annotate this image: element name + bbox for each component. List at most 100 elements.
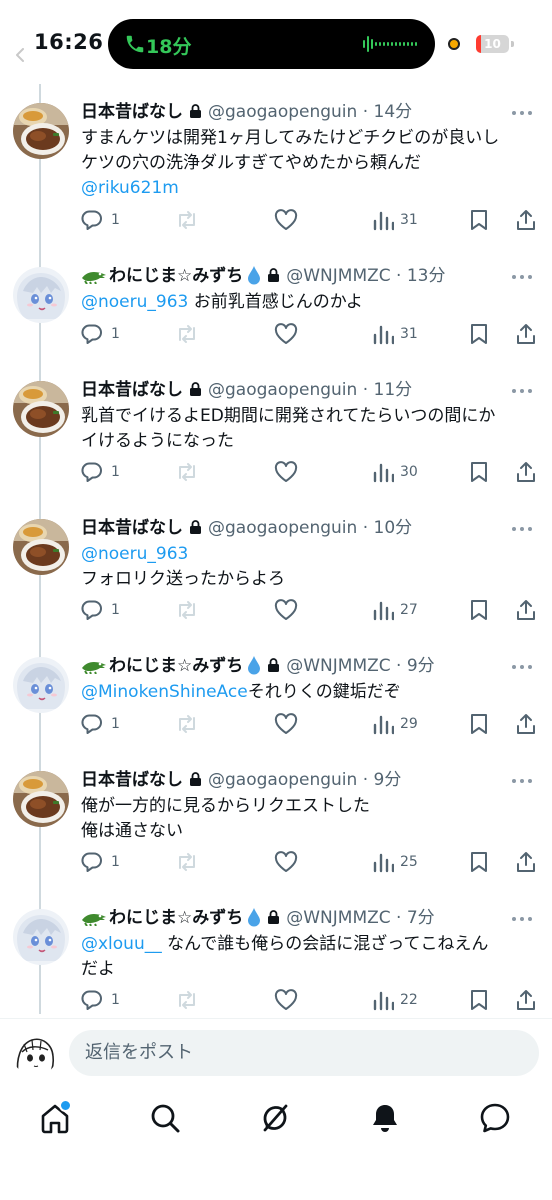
mention-link[interactable]: @xlouu__: [81, 934, 162, 954]
tweet[interactable]: わにじま☆みずち @WNJMMZC · 7分 @xlouu__ なんで誰も俺らの会…: [0, 906, 552, 1018]
retweet-button[interactable]: [175, 988, 205, 1014]
bookmark-button[interactable]: [469, 850, 491, 876]
like-button[interactable]: [274, 850, 304, 876]
like-button[interactable]: [274, 208, 304, 234]
tweet-text: 乳首でイけるよED期間に開発されてたらいつの間にか イけるようになった: [81, 404, 531, 454]
views-button[interactable]: 31: [372, 208, 432, 234]
retweet-button[interactable]: [175, 322, 205, 348]
reply-button[interactable]: 1: [81, 208, 131, 234]
more-options-icon[interactable]: [512, 527, 532, 531]
views-button[interactable]: 27: [372, 598, 432, 624]
handle-time[interactable]: @gaogaopenguin · 10分: [208, 518, 412, 538]
handle-time[interactable]: @WNJMMZC · 13分: [286, 266, 445, 286]
handle-time[interactable]: @WNJMMZC · 9分: [286, 656, 434, 676]
tweet-actions: 1 29: [0, 712, 552, 738]
display-name[interactable]: わにじま☆みずち: [109, 266, 243, 286]
tweet[interactable]: わにじま☆みずち @WNJMMZC · 9分 @MinokenShineAceそれ…: [0, 654, 552, 744]
display-name[interactable]: 日本昔ばなし: [81, 380, 183, 400]
share-button[interactable]: [515, 712, 539, 738]
like-button[interactable]: [274, 598, 304, 624]
like-button[interactable]: [274, 988, 304, 1014]
retweet-button[interactable]: [175, 598, 205, 624]
grok-icon[interactable]: [257, 1100, 293, 1136]
like-icon: [274, 209, 298, 230]
views-button[interactable]: 31: [372, 322, 432, 348]
avatar[interactable]: [13, 771, 69, 827]
reply-button[interactable]: 1: [81, 712, 131, 738]
views-button[interactable]: 30: [372, 460, 432, 486]
display-name[interactable]: 日本昔ばなし: [81, 102, 183, 122]
like-button[interactable]: [274, 460, 304, 486]
share-button[interactable]: [515, 988, 539, 1014]
reply-input[interactable]: 返信をポスト: [69, 1030, 539, 1076]
display-name[interactable]: 日本昔ばなし: [81, 518, 183, 538]
avatar[interactable]: [13, 381, 69, 437]
handle-time[interactable]: @gaogaopenguin · 14分: [208, 102, 412, 122]
more-options-icon[interactable]: [512, 665, 532, 669]
lock-icon: [268, 268, 280, 282]
lock-icon: [190, 104, 201, 118]
views-button[interactable]: 25: [372, 850, 432, 876]
handle-time[interactable]: @gaogaopenguin · 11分: [208, 380, 412, 400]
bookmark-button[interactable]: [469, 208, 491, 234]
more-options-icon[interactable]: [512, 779, 532, 783]
tweet[interactable]: 日本昔ばなし @gaogaopenguin · 9分 俺が一方的に見るからリクエス…: [0, 768, 552, 882]
mention-link[interactable]: @MinokenShineAce: [81, 682, 248, 702]
mention-link[interactable]: @riku621m: [81, 176, 531, 201]
mention-link[interactable]: @noeru_963: [81, 542, 531, 567]
tweet-header: 日本昔ばなし @gaogaopenguin · 14分: [81, 100, 412, 124]
tweet[interactable]: 日本昔ばなし @gaogaopenguin · 14分 すまんケツは開発1ヶ月して…: [0, 100, 552, 240]
crocodile-emoji-icon: [82, 662, 106, 674]
reply-button[interactable]: 1: [81, 460, 131, 486]
handle-time[interactable]: @WNJMMZC · 7分: [286, 908, 434, 928]
display-name[interactable]: 日本昔ばなし: [81, 770, 183, 790]
share-button[interactable]: [515, 208, 539, 234]
bookmark-button[interactable]: [469, 988, 491, 1014]
like-button[interactable]: [274, 322, 304, 348]
retweet-button[interactable]: [175, 460, 205, 486]
share-button[interactable]: [515, 460, 539, 486]
reply-count: 1: [111, 464, 120, 480]
display-name[interactable]: わにじま☆みずち: [109, 908, 243, 928]
reply-button[interactable]: 1: [81, 988, 131, 1014]
tweet[interactable]: わにじま☆みずち @WNJMMZC · 13分 @noeru_963 お前乳首感じ…: [0, 264, 552, 354]
avatar[interactable]: [13, 657, 69, 713]
share-button[interactable]: [515, 322, 539, 348]
views-button[interactable]: 22: [372, 988, 432, 1014]
tweet[interactable]: 日本昔ばなし @gaogaopenguin · 11分 乳首でイけるよED期間に開…: [0, 378, 552, 492]
retweet-button[interactable]: [175, 712, 205, 738]
back-chevron-icon[interactable]: [16, 48, 24, 62]
retweet-button[interactable]: [175, 850, 205, 876]
bookmark-button[interactable]: [469, 712, 491, 738]
avatar[interactable]: [13, 267, 69, 323]
reply-button[interactable]: 1: [81, 850, 131, 876]
display-name[interactable]: わにじま☆みずち: [109, 656, 243, 676]
views-button[interactable]: 29: [372, 712, 432, 738]
avatar[interactable]: [13, 103, 69, 159]
tweet[interactable]: 日本昔ばなし @gaogaopenguin · 10分 @noeru_963 フォ…: [0, 516, 552, 630]
more-options-icon[interactable]: [512, 275, 532, 279]
notification-dot: [59, 1099, 72, 1112]
retweet-button[interactable]: [175, 208, 205, 234]
avatar[interactable]: [13, 909, 69, 965]
messages-icon[interactable]: [477, 1100, 513, 1136]
notifications-icon[interactable]: [367, 1100, 403, 1136]
my-avatar[interactable]: [12, 1030, 58, 1076]
search-icon[interactable]: [147, 1100, 183, 1136]
more-options-icon[interactable]: [512, 389, 532, 393]
more-options-icon[interactable]: [512, 111, 532, 115]
mention-link[interactable]: @noeru_963: [81, 292, 188, 312]
reply-button[interactable]: 1: [81, 322, 131, 348]
avatar[interactable]: [13, 519, 69, 575]
reply-button[interactable]: 1: [81, 598, 131, 624]
bookmark-button[interactable]: [469, 460, 491, 486]
dynamic-island[interactable]: 18分: [108, 19, 435, 69]
like-button[interactable]: [274, 712, 304, 738]
handle-time[interactable]: @gaogaopenguin · 9分: [208, 770, 401, 790]
share-button[interactable]: [515, 850, 539, 876]
battery-tip: [511, 41, 514, 47]
more-options-icon[interactable]: [512, 917, 532, 921]
bookmark-button[interactable]: [469, 598, 491, 624]
bookmark-button[interactable]: [469, 322, 491, 348]
share-button[interactable]: [515, 598, 539, 624]
